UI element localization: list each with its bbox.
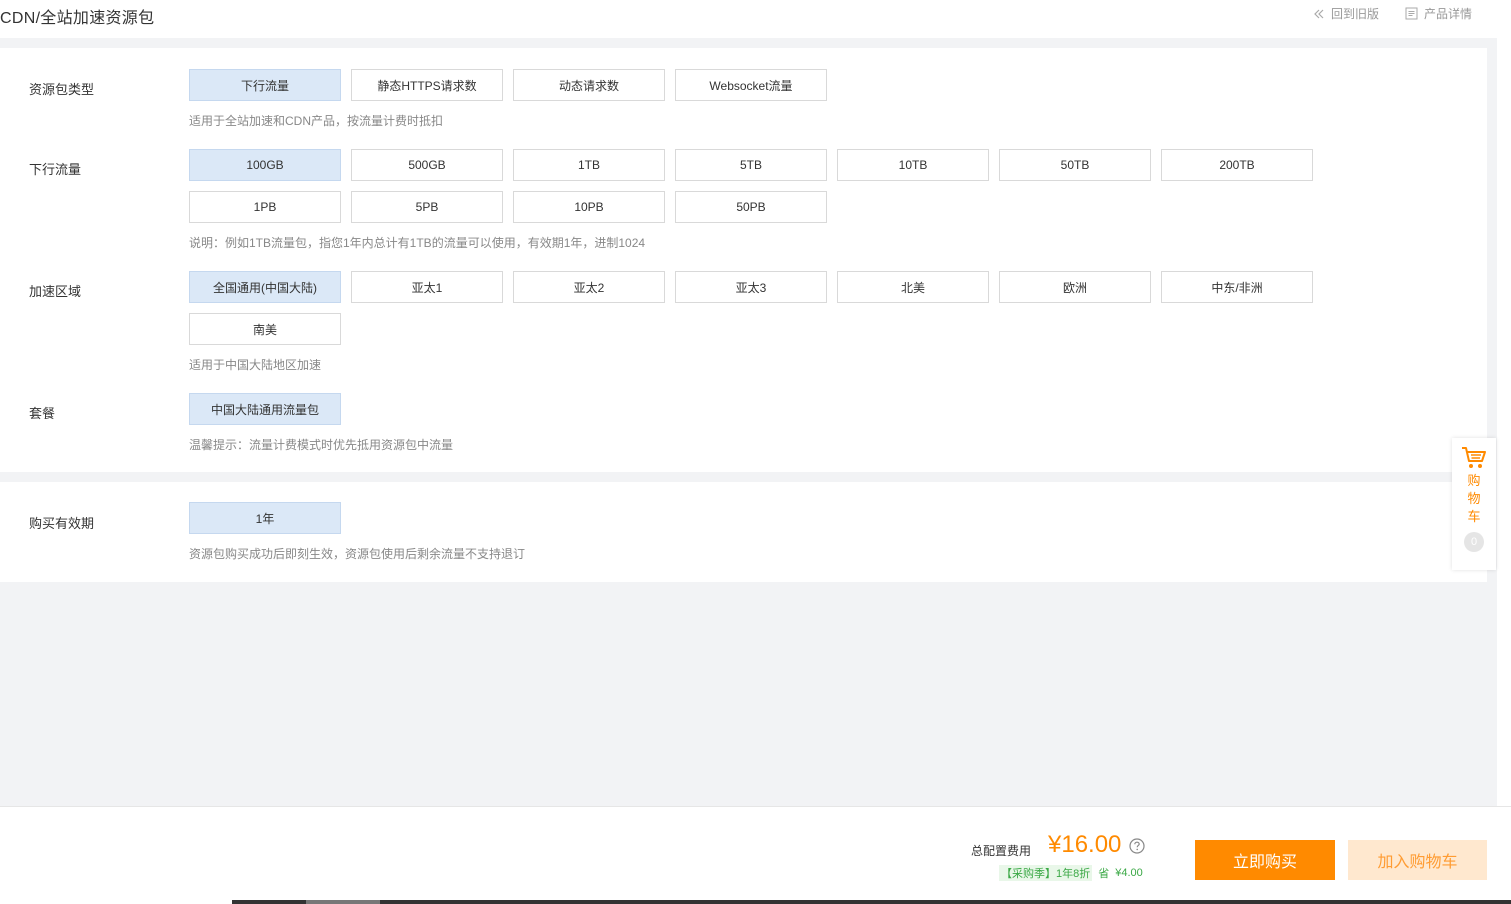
taskbar-item bbox=[306, 900, 380, 904]
taskbar-strip bbox=[232, 900, 1511, 904]
total-label: 总配置费用 bbox=[971, 844, 1032, 858]
plan-hint: 温馨提示：流量计费模式时优先抵用资源包中流量 bbox=[189, 438, 454, 452]
cart-count-badge: 0 bbox=[1464, 532, 1484, 552]
region-option[interactable]: 亚太1 bbox=[351, 271, 503, 303]
double-chevron-left-icon bbox=[1314, 9, 1324, 18]
duration-hint: 资源包购买成功后即刻生效，资源包使用后剩余流量不支持退订 bbox=[189, 547, 526, 561]
traffic-option[interactable]: 50PB bbox=[675, 191, 827, 223]
traffic-option[interactable]: 1PB bbox=[189, 191, 341, 223]
traffic-option[interactable]: 1TB bbox=[513, 149, 665, 181]
region-option[interactable]: 欧洲 bbox=[999, 271, 1151, 303]
traffic-option[interactable]: 5TB bbox=[675, 149, 827, 181]
pkg-type-hint: 适用于全站加速和CDN产品，按流量计费时抵扣 bbox=[189, 114, 443, 128]
pkg-type-option[interactable]: Websocket流量 bbox=[675, 69, 827, 101]
plan-label: 套餐 bbox=[29, 406, 56, 421]
region-option[interactable]: 南美 bbox=[189, 313, 341, 345]
traffic-option[interactable]: 200TB bbox=[1161, 149, 1313, 181]
traffic-hint: 说明：例如1TB流量包，指您1年内总计有1TB的流量可以使用，有效期1年，进制1… bbox=[189, 236, 646, 250]
back-old-version-link[interactable]: 回到旧版 bbox=[1313, 5, 1379, 22]
promo-tag: 【采购季】1年8折 bbox=[999, 865, 1093, 881]
traffic-option[interactable]: 500GB bbox=[351, 149, 503, 181]
traffic-option[interactable]: 5PB bbox=[351, 191, 503, 223]
plan-option[interactable]: 中国大陆通用流量包 bbox=[189, 393, 341, 425]
page-header: CDN/全站加速资源包 回到旧版 产品详情 bbox=[0, 0, 1511, 38]
cart-side-tab[interactable]: 购物车 0 bbox=[1452, 438, 1496, 570]
total-price: ¥16.00 bbox=[1048, 831, 1122, 858]
region-option[interactable]: 中东/非洲 bbox=[1161, 271, 1313, 303]
scrollbar[interactable] bbox=[1497, 0, 1511, 806]
traffic-label: 下行流量 bbox=[29, 162, 82, 177]
traffic-option[interactable]: 10TB bbox=[837, 149, 989, 181]
back-old-version-label: 回到旧版 bbox=[1331, 7, 1380, 21]
region-option[interactable]: 全国通用(中国大陆) bbox=[189, 271, 341, 303]
add-to-cart-button[interactable]: 加入购物车 bbox=[1348, 840, 1487, 880]
duration-label: 购买有效期 bbox=[29, 516, 95, 531]
question-icon[interactable] bbox=[1129, 838, 1145, 854]
pkg-type-label: 资源包类型 bbox=[29, 82, 95, 97]
cart-tab-label: 购物车 bbox=[1467, 473, 1481, 524]
traffic-option[interactable]: 10PB bbox=[513, 191, 665, 223]
product-detail-link[interactable]: 产品详情 bbox=[1405, 5, 1472, 22]
pkg-type-option[interactable]: 静态HTTPS请求数 bbox=[351, 69, 503, 101]
promo-save-label: 省 bbox=[1098, 868, 1110, 880]
pkg-type-option[interactable]: 动态请求数 bbox=[513, 69, 665, 101]
traffic-option[interactable]: 50TB bbox=[999, 149, 1151, 181]
duration-panel: 购买有效期 1年 资源包购买成功后即刻生效，资源包使用后剩余流量不支持退订 bbox=[0, 482, 1487, 582]
document-icon bbox=[1405, 7, 1418, 20]
region-hint: 适用于中国大陆地区加速 bbox=[189, 358, 322, 372]
traffic-option[interactable]: 100GB bbox=[189, 149, 341, 181]
region-option[interactable]: 亚太3 bbox=[675, 271, 827, 303]
region-option[interactable]: 北美 bbox=[837, 271, 989, 303]
duration-option[interactable]: 1年 bbox=[189, 502, 341, 534]
config-panel: 资源包类型 下行流量 静态HTTPS请求数 动态请求数 Websocket流量 … bbox=[0, 48, 1487, 472]
pkg-type-option[interactable]: 下行流量 bbox=[189, 69, 341, 101]
region-option[interactable]: 亚太2 bbox=[513, 271, 665, 303]
region-label: 加速区域 bbox=[29, 284, 82, 299]
checkout-bar: 总配置费用 ¥16.00 【采购季】1年8折 省 ¥4.00 立即购买 加入购物… bbox=[0, 806, 1511, 904]
page-title: CDN/全站加速资源包 bbox=[0, 10, 155, 27]
promo-save-amount: ¥4.00 bbox=[1115, 867, 1143, 879]
shopping-cart-icon bbox=[1462, 447, 1486, 468]
buy-now-button[interactable]: 立即购买 bbox=[1195, 840, 1335, 880]
product-detail-label: 产品详情 bbox=[1424, 7, 1473, 21]
promo-info: 【采购季】1年8折 省 ¥4.00 bbox=[999, 865, 1143, 881]
